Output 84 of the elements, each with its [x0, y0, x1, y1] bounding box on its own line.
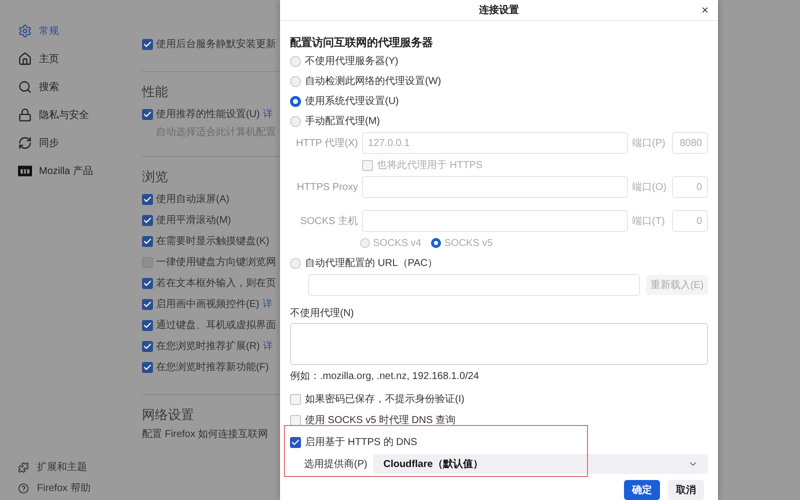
radio-label: 手动配置代理(M) [305, 114, 380, 128]
sidebar-footer-link[interactable]: 扩展和主题 [18, 460, 140, 475]
section-heading: 性能 [142, 83, 169, 101]
sidebar-item[interactable]: 主页 [18, 50, 140, 68]
provider-dropdown[interactable]: Cloudflare（默认值） [373, 454, 708, 474]
checkbox-label: 在需要时显示触摸键盘(K) [156, 234, 270, 249]
sidebar-item[interactable]: Mozilla 产品 [18, 162, 140, 180]
checkbox[interactable] [142, 236, 153, 247]
field-label: SOCKS 主机 [299, 214, 358, 228]
field-label: HTTPS Proxy [296, 180, 358, 194]
checkbox[interactable] [142, 362, 153, 373]
checkbox-label: 使用推荐的性能设置(U) [156, 108, 260, 122]
checkbox[interactable] [290, 415, 301, 426]
checkbox-label: 一律使用键盘方向键浏览网 [156, 256, 276, 270]
checkbox-label: 使用平滑滚动(M) [156, 214, 231, 228]
radio-button[interactable] [290, 96, 301, 106]
checkbox[interactable] [142, 278, 153, 289]
sidebar-item[interactable]: 搜索 [18, 78, 140, 96]
checkbox-label: 使用自动滚屏(A) [156, 192, 230, 207]
checkbox[interactable] [142, 341, 153, 352]
checkbox[interactable] [142, 109, 153, 120]
port-field[interactable]: 8080 [672, 132, 708, 154]
checkbox[interactable] [142, 39, 153, 50]
details-link[interactable]: 详 [262, 297, 272, 312]
radio-label: SOCKS v5 [444, 236, 493, 250]
field-label: HTTP 代理(X) [294, 136, 358, 150]
field-label: 端口(O) [632, 180, 668, 194]
sidebar-item[interactable]: 隐私与安全 [18, 106, 140, 124]
checkbox-label: 在您浏览时推荐新功能(F) [156, 360, 269, 375]
cancel-button[interactable]: 取消 [668, 480, 704, 500]
radio-label: SOCKS v4 [373, 236, 422, 250]
search-icon [18, 80, 32, 94]
example-text: 例如：.mozilla.org, .net.nz, 192.168.1.0/24 [290, 370, 480, 383]
sidebar-item[interactable]: 同步 [18, 134, 140, 152]
port-field[interactable]: 0 [672, 176, 708, 198]
ok-button[interactable]: 确定 [624, 480, 660, 500]
settings-icon [18, 24, 32, 38]
radio-label: 自动检测此网络的代理设置(W) [305, 74, 442, 88]
port-field[interactable]: 0 [672, 210, 708, 232]
checkbox-label: 使用 SOCKS v5 时代理 DNS 查询 [305, 414, 456, 428]
radio-label: 使用系统代理设置(U) [305, 94, 399, 108]
sync-icon [18, 136, 32, 150]
lock-icon [18, 108, 32, 122]
dialog-heading: 配置访问互联网的代理服务器 [290, 36, 434, 51]
host-field[interactable] [362, 210, 628, 232]
radio-label: 自动代理配置的 URL（PAC） [305, 256, 438, 270]
checkbox-label: 通过键盘、耳机或虚拟界面 [156, 318, 276, 333]
section-heading: 浏览 [142, 168, 169, 186]
checkbox[interactable] [290, 436, 301, 448]
host-field[interactable]: 127.0.0.1 [362, 132, 628, 154]
section-heading: 网络设置 [142, 406, 195, 424]
dialog-title: 连接设置 [479, 4, 519, 18]
radio-label: 不使用代理服务器(Y) [305, 54, 398, 68]
checkbox-label: 使用后台服务静默安装更新 [156, 38, 276, 52]
checkbox-label: 若在文本框外输入，则在页 [156, 276, 276, 291]
checkbox[interactable] [142, 299, 153, 310]
checkbox-label: 启用画中画视频控件(E) [156, 298, 260, 312]
checkbox[interactable] [362, 160, 373, 170]
url-field[interactable] [308, 274, 640, 296]
checkbox-label: 在您浏览时推荐扩展(R) [156, 340, 260, 354]
field-label: 端口(P) [632, 136, 666, 150]
checkbox-label: 如果密码已保存，不提示身份验证(I) [305, 392, 464, 407]
home-icon [18, 52, 32, 66]
help-icon [18, 483, 29, 494]
sidebar-item[interactable]: 常规 [18, 22, 140, 40]
checkbox-label: 也将此代理用于 HTTPS [377, 158, 483, 172]
close-button[interactable]: × [698, 3, 712, 17]
puzzle-icon [18, 462, 29, 473]
details-link[interactable]: 详 [262, 339, 273, 354]
checkbox[interactable] [290, 394, 301, 405]
checkbox[interactable] [142, 194, 153, 205]
field-label: 不使用代理(N) [290, 307, 355, 320]
field-label: 端口(T) [632, 214, 666, 228]
radio-button[interactable] [431, 238, 442, 248]
host-field[interactable] [362, 176, 628, 198]
no-proxy-field[interactable] [290, 323, 708, 365]
sidebar-footer-link[interactable]: Firefox 帮助 [18, 481, 140, 496]
checkbox[interactable] [142, 320, 153, 331]
checkbox[interactable] [142, 215, 153, 226]
details-link[interactable]: 详 [262, 107, 273, 122]
section-description: 配置 Firefox 如何连接互联网 [142, 428, 270, 442]
checkbox-label: 启用基于 HTTPS 的 DNS [305, 436, 418, 450]
field-label: 选用提供商(P) [304, 458, 368, 472]
logo-icon [18, 164, 32, 178]
